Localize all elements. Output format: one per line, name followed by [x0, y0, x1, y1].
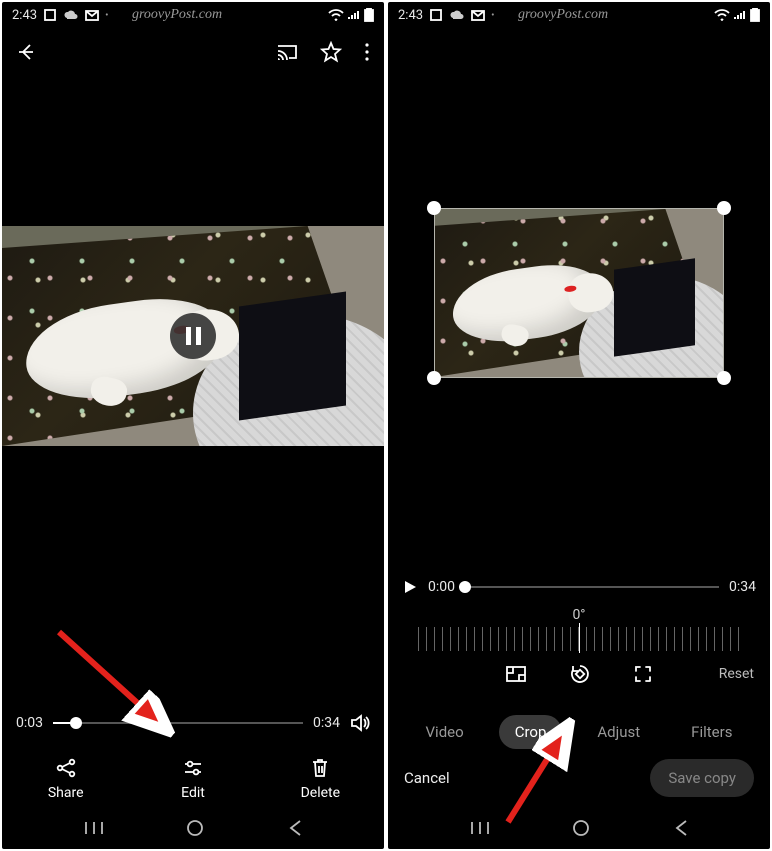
volume-icon[interactable] [350, 714, 370, 732]
signal-icon [347, 9, 361, 21]
share-label: Share [48, 785, 84, 801]
scrubber-duration: 0:34 [313, 715, 340, 731]
gmail-icon [471, 10, 485, 21]
scrubber-track[interactable] [465, 586, 719, 588]
status-more-dot: • [105, 10, 108, 21]
tab-adjust[interactable]: Adjust [581, 715, 656, 749]
scrubber-current: 0:03 [16, 715, 43, 731]
video-area[interactable] [2, 226, 384, 446]
bottom-actions: Share Edit Delete [2, 743, 384, 807]
watermark: groovyPost.com [132, 7, 222, 23]
scrubber-track[interactable] [53, 722, 303, 724]
nav-back-icon[interactable] [287, 819, 303, 837]
edit-label: Edit [181, 785, 205, 801]
home-icon[interactable] [571, 818, 591, 838]
battery-icon [750, 8, 760, 22]
editor-footer: Cancel Save copy [388, 759, 770, 807]
scrubber-current: 0:00 [428, 579, 455, 595]
edit-action[interactable]: Edit [153, 757, 233, 801]
play-icon[interactable] [402, 579, 418, 595]
share-action[interactable]: Share [26, 757, 106, 801]
cast-icon[interactable] [276, 42, 298, 62]
app-bar [2, 28, 384, 76]
share-icon [55, 757, 77, 779]
system-nav [388, 807, 770, 849]
wifi-icon [328, 9, 344, 21]
screenshot-icon [43, 8, 57, 22]
watermark: groovyPost.com [518, 7, 608, 23]
aspect-ratio-icon[interactable] [505, 665, 527, 683]
edit-tabs: Video Crop Adjust Filters [388, 697, 770, 759]
status-time: 2:43 [398, 8, 423, 23]
status-time: 2:43 [12, 8, 37, 23]
signal-icon [733, 9, 747, 21]
battery-icon [364, 8, 374, 22]
edit-icon [182, 757, 204, 779]
gmail-icon [85, 10, 99, 21]
rotation-slider[interactable] [418, 627, 740, 651]
wifi-icon [714, 9, 730, 21]
reset-button[interactable]: Reset [719, 666, 754, 682]
recents-icon[interactable] [84, 820, 104, 836]
video-scrubber[interactable]: 0:03 0:34 [2, 703, 384, 743]
nav-back-icon[interactable] [673, 819, 689, 837]
tab-video[interactable]: Video [410, 715, 480, 749]
phone-editor: 2:43 • groovyPost.com 0:00 [388, 2, 770, 849]
cloud-icon [449, 9, 465, 21]
scrubber-duration: 0:34 [729, 579, 756, 595]
editor-scrubber[interactable]: 0:00 0:34 [388, 567, 770, 607]
delete-label: Delete [301, 785, 340, 801]
expand-icon[interactable] [633, 664, 653, 684]
status-more-dot: • [491, 10, 494, 21]
cloud-icon [63, 9, 79, 21]
back-icon[interactable] [16, 41, 38, 63]
star-icon[interactable] [320, 41, 342, 63]
home-icon[interactable] [185, 818, 205, 838]
rotate-icon[interactable] [569, 663, 591, 685]
overflow-menu-icon[interactable] [364, 42, 370, 62]
crop-handle-tr[interactable] [717, 201, 731, 215]
delete-action[interactable]: Delete [280, 757, 360, 801]
save-copy-button[interactable]: Save copy [650, 759, 754, 797]
rotation-label: 0° [388, 607, 770, 623]
phone-viewer: 2:43 • groovyPost.com [2, 2, 384, 849]
crop-tools: Reset [388, 651, 770, 697]
screenshot-icon [429, 8, 443, 22]
trash-icon [310, 757, 330, 779]
crop-handle-tl[interactable] [427, 201, 441, 215]
crop-frame[interactable] [434, 208, 724, 378]
recents-icon[interactable] [470, 820, 490, 836]
cancel-button[interactable]: Cancel [404, 769, 450, 787]
crop-handle-br[interactable] [717, 371, 731, 385]
system-nav [2, 807, 384, 849]
crop-handle-bl[interactable] [427, 371, 441, 385]
pause-button[interactable] [170, 313, 216, 359]
tab-crop[interactable]: Crop [499, 715, 563, 749]
tab-filters[interactable]: Filters [675, 715, 748, 749]
